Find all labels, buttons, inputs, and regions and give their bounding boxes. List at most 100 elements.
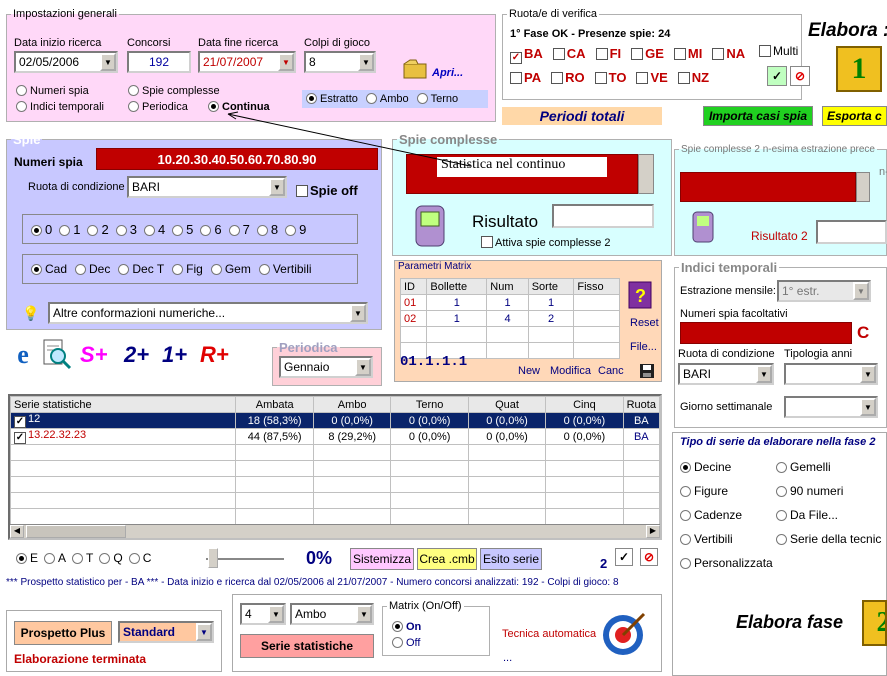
ruota-checkbox-ba[interactable]: ✓ BA [510, 46, 547, 64]
risultato-input[interactable] [552, 204, 654, 228]
chevron-down-icon[interactable]: ▼ [358, 53, 374, 71]
type-radio-fig[interactable]: Fig [172, 262, 205, 276]
sistemizza-button[interactable]: Sistemizza [350, 548, 414, 570]
digit-radio-5[interactable]: 5 [172, 222, 195, 237]
chevron-down-icon[interactable]: ▼ [356, 605, 372, 623]
estrazione-combo[interactable]: 1° estr. ▼ [777, 280, 871, 302]
game-mode-ambo[interactable]: Ambo [365, 93, 409, 105]
complesse-2-scrollbar[interactable] [856, 172, 870, 202]
slider-thumb[interactable] [208, 548, 218, 568]
fase2-option-cadenze[interactable]: Cadenze [680, 508, 744, 522]
start-date-combo[interactable]: 02/05/2006 ▼ [14, 51, 118, 73]
fase2-option-90-numeri[interactable]: 90 numeri [776, 484, 845, 498]
ruota-checkbox-na[interactable]: NA [712, 46, 749, 64]
sorte-radio-a[interactable]: A [44, 551, 68, 565]
mode-periodica[interactable]: Periodica [128, 101, 188, 113]
mode-continua[interactable]: Continua [208, 101, 270, 113]
digit-radio-2[interactable]: 2 [87, 222, 110, 237]
new-button[interactable]: New [518, 365, 540, 377]
chevron-down-icon[interactable]: ▼ [355, 358, 371, 376]
digit-radio-0[interactable]: 0 [31, 222, 54, 237]
checkbox-icon[interactable]: ✓ [14, 432, 26, 444]
table-row[interactable] [10, 508, 660, 525]
series-header-cell[interactable]: Ambata [235, 396, 314, 413]
sorte-radio-q[interactable]: Q [99, 551, 124, 565]
series-header-cell[interactable]: Ambo [312, 396, 392, 413]
table-row[interactable]: ✓ 13.22.32.23 44 (87,5%) 8 (29,2%) 0 (0,0%) 0… [10, 428, 660, 445]
digit-radio-1[interactable]: 1 [59, 222, 82, 237]
table-row[interactable]: 01 1 1 1 [399, 294, 620, 311]
series-header-cell[interactable]: Serie statistiche [10, 396, 237, 413]
type-radio-vertibili[interactable]: Vertibili [258, 262, 314, 276]
table-row[interactable]: 02 1 4 2 [399, 310, 620, 327]
sorte-combo[interactable]: Ambo ▼ [290, 603, 374, 625]
num-combo[interactable]: 4 ▼ [240, 603, 286, 625]
table-row[interactable] [10, 492, 660, 509]
fase2-option-vertibili[interactable]: Vertibili [680, 532, 735, 546]
fase2-option-da-file-[interactable]: Da File... [776, 508, 840, 522]
canc-button[interactable]: Canc [598, 365, 624, 377]
confirm-check-icon[interactable]: ✓ [615, 548, 633, 566]
chevron-down-icon[interactable]: ▼ [269, 178, 285, 196]
chevron-down-icon[interactable]: ▼ [860, 398, 876, 416]
digit-radio-3[interactable]: 3 [115, 222, 139, 237]
matrix-off-radio[interactable]: Off [392, 637, 420, 649]
help-book-icon[interactable]: ? [626, 278, 656, 310]
folder-open-icon[interactable] [402, 58, 430, 80]
mode-spie-complesse[interactable]: Spie complesse [128, 85, 220, 97]
ruota-checkbox-mi[interactable]: MI [673, 46, 706, 64]
reset-button[interactable]: Reset [630, 317, 659, 329]
importa-button[interactable]: Importa casi spia [703, 106, 813, 126]
mode-indici-temporali[interactable]: Indici temporali [16, 101, 104, 113]
series-header-cell[interactable]: Ruota [622, 396, 660, 413]
table-row[interactable] [10, 444, 660, 461]
series-horizontal-scrollbar[interactable]: ◀ ▶ [10, 524, 660, 538]
internet-explorer-icon[interactable]: e [8, 340, 38, 370]
chevron-down-icon[interactable]: ▼ [860, 365, 876, 383]
tipologia-combo[interactable]: ▼ [784, 363, 878, 385]
chevron-down-icon[interactable]: ▼ [278, 53, 294, 71]
chevron-down-icon[interactable]: ▼ [350, 304, 366, 322]
digit-radio-7[interactable]: 7 [228, 222, 252, 237]
altre-conformazioni-combo[interactable]: Altre conformazioni numeriche... ▼ [48, 302, 368, 324]
esito-serie-button[interactable]: Esito serie [480, 548, 542, 570]
digit-radio-8[interactable]: 8 [256, 222, 280, 237]
fase2-option-personalizzata[interactable]: Personalizzata [680, 556, 775, 570]
one-plus-button[interactable]: 1+ [162, 342, 187, 368]
apri-link[interactable]: Apri... [432, 67, 463, 79]
ruota-checkbox-nz[interactable]: NZ [677, 70, 713, 85]
target-dart-icon[interactable] [598, 608, 648, 658]
facoltativi-input[interactable] [680, 322, 852, 344]
end-date-combo[interactable]: 21/07/2007 ▼ [198, 51, 296, 73]
mode-numeri-spia[interactable]: Numeri spia [16, 85, 89, 97]
ruota-checkbox-ro[interactable]: RO [551, 70, 589, 85]
magnifier-document-icon[interactable] [40, 338, 72, 370]
ruota-checkbox-pa[interactable]: PA [510, 70, 545, 85]
sorte-radio-t[interactable]: T [72, 551, 95, 565]
ruota-checkbox-ca[interactable]: CA [552, 46, 590, 64]
chevron-down-icon[interactable]: ▼ [100, 53, 116, 71]
scroll-left-icon[interactable]: ◀ [10, 525, 24, 538]
game-mode-terno[interactable]: Terno [416, 93, 458, 105]
chevron-down-icon[interactable]: ▼ [853, 282, 869, 300]
spie-off-checkbox[interactable]: Spie off [296, 183, 358, 198]
standard-combo[interactable]: Standard ▼ [118, 621, 214, 643]
sorte-radio-c[interactable]: C [128, 551, 154, 565]
series-header-cell[interactable]: Cinq [545, 396, 624, 413]
prospetto-plus-button[interactable]: Prospetto Plus [14, 621, 112, 645]
ruota-checkbox-to[interactable]: TO [594, 70, 631, 85]
chevron-down-icon[interactable]: ▼ [268, 605, 284, 623]
phase-one-icon[interactable]: 1 [836, 46, 882, 92]
digit-radio-6[interactable]: 6 [200, 222, 223, 237]
ruota-checkbox-ve[interactable]: VE [636, 70, 671, 85]
ruota-checkbox-fi[interactable]: FI [595, 46, 626, 64]
phase-two-icon[interactable]: 2 [862, 600, 887, 646]
chevron-down-icon[interactable]: ▼ [756, 365, 772, 383]
concorsi-input[interactable]: 192 [127, 51, 191, 73]
periodica-combo[interactable]: Gennaio ▼ [279, 356, 373, 378]
scroll-thumb[interactable] [26, 525, 126, 538]
modifica-button[interactable]: Modifica [550, 365, 591, 377]
fase2-option-figure[interactable]: Figure [680, 484, 730, 498]
complesse-scrollbar[interactable] [638, 154, 654, 194]
series-name-cell[interactable]: ✓ 13.22.32.23 [10, 428, 237, 445]
